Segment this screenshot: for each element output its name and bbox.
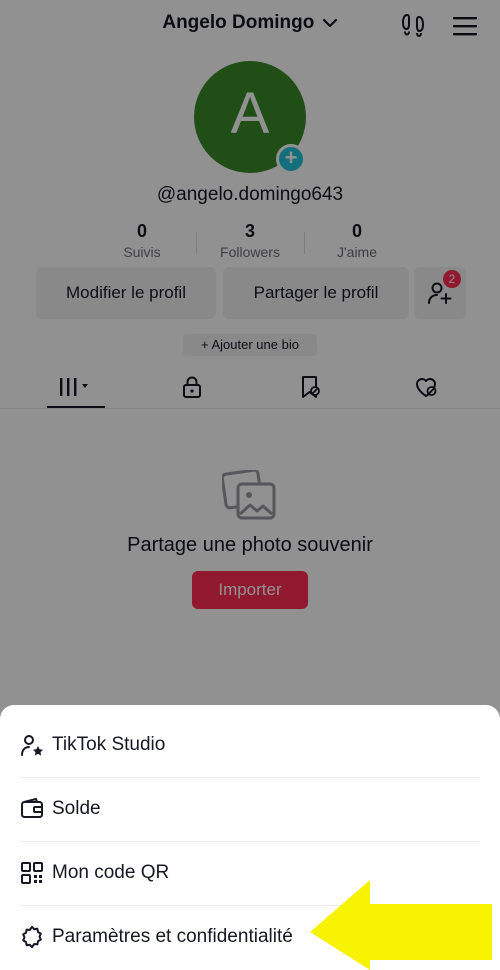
highlight-arrow — [310, 880, 492, 970]
menu-item-label: TikTok Studio — [52, 734, 166, 755]
menu-item-label: Mon code QR — [52, 862, 170, 883]
menu-item-label: Solde — [52, 798, 101, 819]
menu-item-label: Paramètres et confidentialité — [52, 926, 293, 947]
qr-code-icon — [21, 862, 43, 884]
person-star-icon — [21, 735, 43, 756]
menu-item-balance[interactable]: Solde — [0, 778, 500, 840]
wallet-icon — [21, 798, 43, 818]
menu-item-tiktok-studio[interactable]: TikTok Studio — [0, 714, 500, 776]
settings-gear-icon — [22, 925, 42, 949]
